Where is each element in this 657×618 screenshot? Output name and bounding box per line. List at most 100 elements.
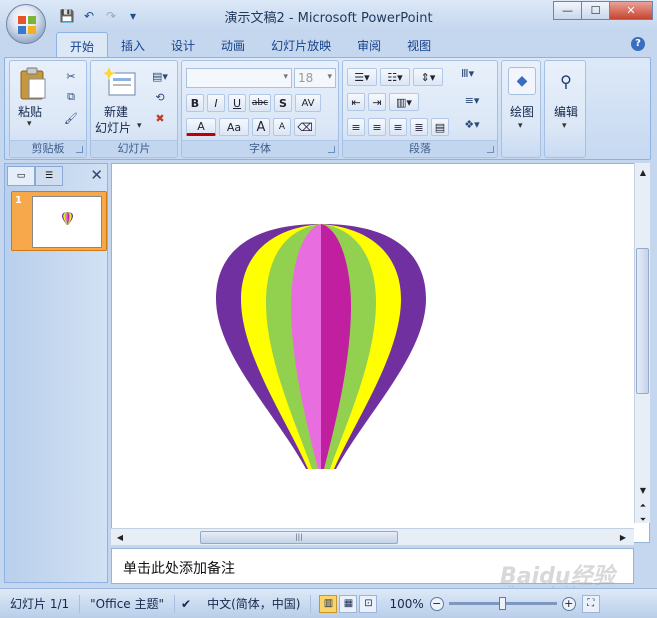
pane-close-icon[interactable]: ✕	[90, 166, 103, 184]
paste-dropdown-icon[interactable]: ▾	[27, 119, 32, 129]
previous-slide-icon[interactable]: ⏶	[636, 499, 650, 513]
text-direction-icon[interactable]: Ⅲ▾	[461, 67, 474, 80]
paragraph-dialog-launcher-icon[interactable]	[487, 146, 494, 153]
decrease-indent-icon[interactable]: ⇤	[347, 93, 365, 111]
font-size-value: 18	[298, 71, 314, 85]
align-text-icon[interactable]: ≡▾	[461, 91, 483, 109]
next-slide-icon[interactable]: ⏷	[636, 513, 650, 527]
shrink-font-button[interactable]: A	[273, 118, 291, 136]
normal-view-icon[interactable]: ▥	[319, 594, 338, 613]
align-center-icon[interactable]: ≡	[368, 118, 386, 136]
office-logo-icon	[18, 16, 36, 34]
slide-thumbnail-1[interactable]: 1	[11, 191, 107, 251]
maximize-button[interactable]: ☐	[581, 1, 610, 20]
italic-button[interactable]: I	[207, 94, 225, 112]
tab-animation[interactable]: 动画	[208, 32, 258, 58]
smartart-icon[interactable]: ❖▾	[461, 115, 483, 133]
bold-button[interactable]: B	[186, 94, 204, 112]
slides-tab-icon[interactable]: ▭	[7, 166, 35, 186]
font-format-row: B I U abc S AV	[186, 94, 321, 112]
shadow-button[interactable]: S	[274, 94, 292, 112]
horizontal-scrollbar[interactable]: ◀ ||| ▶	[111, 528, 634, 545]
copy-icon[interactable]: ⧉	[62, 88, 80, 106]
tab-insert[interactable]: 插入	[108, 32, 158, 58]
tab-design[interactable]: 设计	[158, 32, 208, 58]
shapes-icon[interactable]: ◆	[508, 67, 536, 95]
cut-icon[interactable]: ✂	[62, 67, 80, 85]
zoom-level[interactable]: 100%	[383, 597, 429, 611]
slide-sorter-icon[interactable]: ▦	[339, 594, 358, 613]
font-size-combo[interactable]: 18 ▾	[294, 68, 336, 88]
status-language[interactable]: 中文(简体，中国)	[197, 594, 312, 613]
distributed-icon[interactable]: ▤	[431, 118, 449, 136]
help-icon[interactable]: ?	[631, 37, 645, 51]
spellcheck-icon[interactable]: ✔	[175, 595, 197, 613]
slide-canvas[interactable]	[111, 163, 650, 543]
delete-slide-icon[interactable]: ✖	[149, 109, 171, 127]
save-icon[interactable]: 💾	[58, 7, 76, 25]
font-color-button[interactable]: A	[186, 118, 216, 136]
drawing-label[interactable]: 绘图	[510, 103, 534, 120]
font-color-row: A Aa A A ⌫	[186, 118, 316, 136]
grow-font-button[interactable]: A	[252, 118, 270, 136]
zoom-slider-knob[interactable]	[498, 597, 506, 610]
numbering-icon[interactable]: ☷▾	[380, 68, 410, 86]
font-dialog-launcher-icon[interactable]	[328, 146, 335, 153]
close-button[interactable]: ✕	[609, 1, 653, 20]
bullets-icon[interactable]: ☰▾	[347, 68, 377, 86]
binoculars-icon[interactable]: ⚲	[552, 67, 580, 95]
fit-to-window-icon[interactable]: ⛶	[581, 594, 600, 613]
new-slide-icon[interactable]	[103, 67, 137, 97]
scroll-down-icon[interactable]: ▼	[636, 483, 650, 497]
scroll-up-icon[interactable]: ▲	[636, 165, 650, 179]
format-painter-icon[interactable]: 🖌	[62, 109, 80, 127]
office-button[interactable]	[6, 4, 46, 44]
editing-dropdown-icon[interactable]: ▾	[562, 121, 567, 131]
paragraph-row-1: ☰▾ ☷▾ ⇕▾	[347, 68, 443, 86]
horizontal-scroll-thumb[interactable]: |||	[200, 531, 398, 544]
strikethrough-button[interactable]: abc	[249, 94, 271, 112]
new-slide-label-line2[interactable]: 幻灯片	[95, 119, 131, 136]
scroll-left-icon[interactable]: ◀	[113, 530, 127, 544]
increase-indent-icon[interactable]: ⇥	[368, 93, 386, 111]
justify-icon[interactable]: ≣	[410, 118, 428, 136]
clipboard-dialog-launcher-icon[interactable]	[76, 146, 83, 153]
customize-qat-icon[interactable]: ▾	[124, 7, 142, 25]
slideshow-view-icon[interactable]: ⊡	[359, 594, 378, 613]
editing-label[interactable]: 编辑	[554, 103, 578, 120]
drawing-dropdown-icon[interactable]: ▾	[518, 121, 523, 131]
scroll-right-icon[interactable]: ▶	[616, 530, 630, 544]
vertical-scrollbar[interactable]: ▲ ▼ ⏶ ⏷	[634, 163, 650, 524]
tab-review[interactable]: 审阅	[344, 32, 394, 58]
zoom-slider[interactable]	[448, 597, 557, 610]
undo-icon[interactable]: ↶	[80, 7, 98, 25]
chevron-down-icon: ▾	[283, 72, 288, 82]
tab-slideshow[interactable]: 幻灯片放映	[258, 32, 344, 58]
editing-group: ⚲ 编辑 ▾	[544, 60, 586, 158]
new-slide-label-line1[interactable]: 新建	[104, 103, 128, 120]
change-case-button[interactable]: Aa	[219, 118, 249, 136]
paste-icon[interactable]	[18, 67, 48, 101]
font-name-combo[interactable]: ▾	[186, 68, 292, 88]
align-right-icon[interactable]: ≡	[389, 118, 407, 136]
paste-label[interactable]: 粘贴	[18, 103, 42, 120]
hot-air-balloon-shape[interactable]	[216, 224, 426, 469]
reset-slide-icon[interactable]: ⟲	[149, 88, 171, 106]
char-spacing-button[interactable]: AV	[295, 94, 321, 112]
tab-home[interactable]: 开始	[56, 32, 109, 58]
align-left-icon[interactable]: ≡	[347, 118, 365, 136]
line-spacing-icon[interactable]: ⇕▾	[413, 68, 443, 86]
paragraph-group-label: 段落	[343, 140, 497, 156]
zoom-in-icon[interactable]: +	[561, 596, 576, 611]
layout-icon[interactable]: ▤▾	[149, 67, 171, 85]
tab-view[interactable]: 视图	[394, 32, 444, 58]
underline-button[interactable]: U	[228, 94, 246, 112]
redo-icon[interactable]: ↷	[102, 7, 120, 25]
new-slide-dropdown-icon[interactable]: ▾	[137, 121, 142, 131]
vertical-scroll-thumb[interactable]	[636, 248, 649, 394]
clear-format-icon[interactable]: ⌫	[294, 118, 316, 136]
outline-tab-icon[interactable]: ☰	[35, 166, 63, 186]
columns-icon[interactable]: ▥▾	[389, 93, 419, 111]
minimize-button[interactable]: —	[553, 1, 582, 20]
zoom-out-icon[interactable]: −	[429, 596, 444, 611]
